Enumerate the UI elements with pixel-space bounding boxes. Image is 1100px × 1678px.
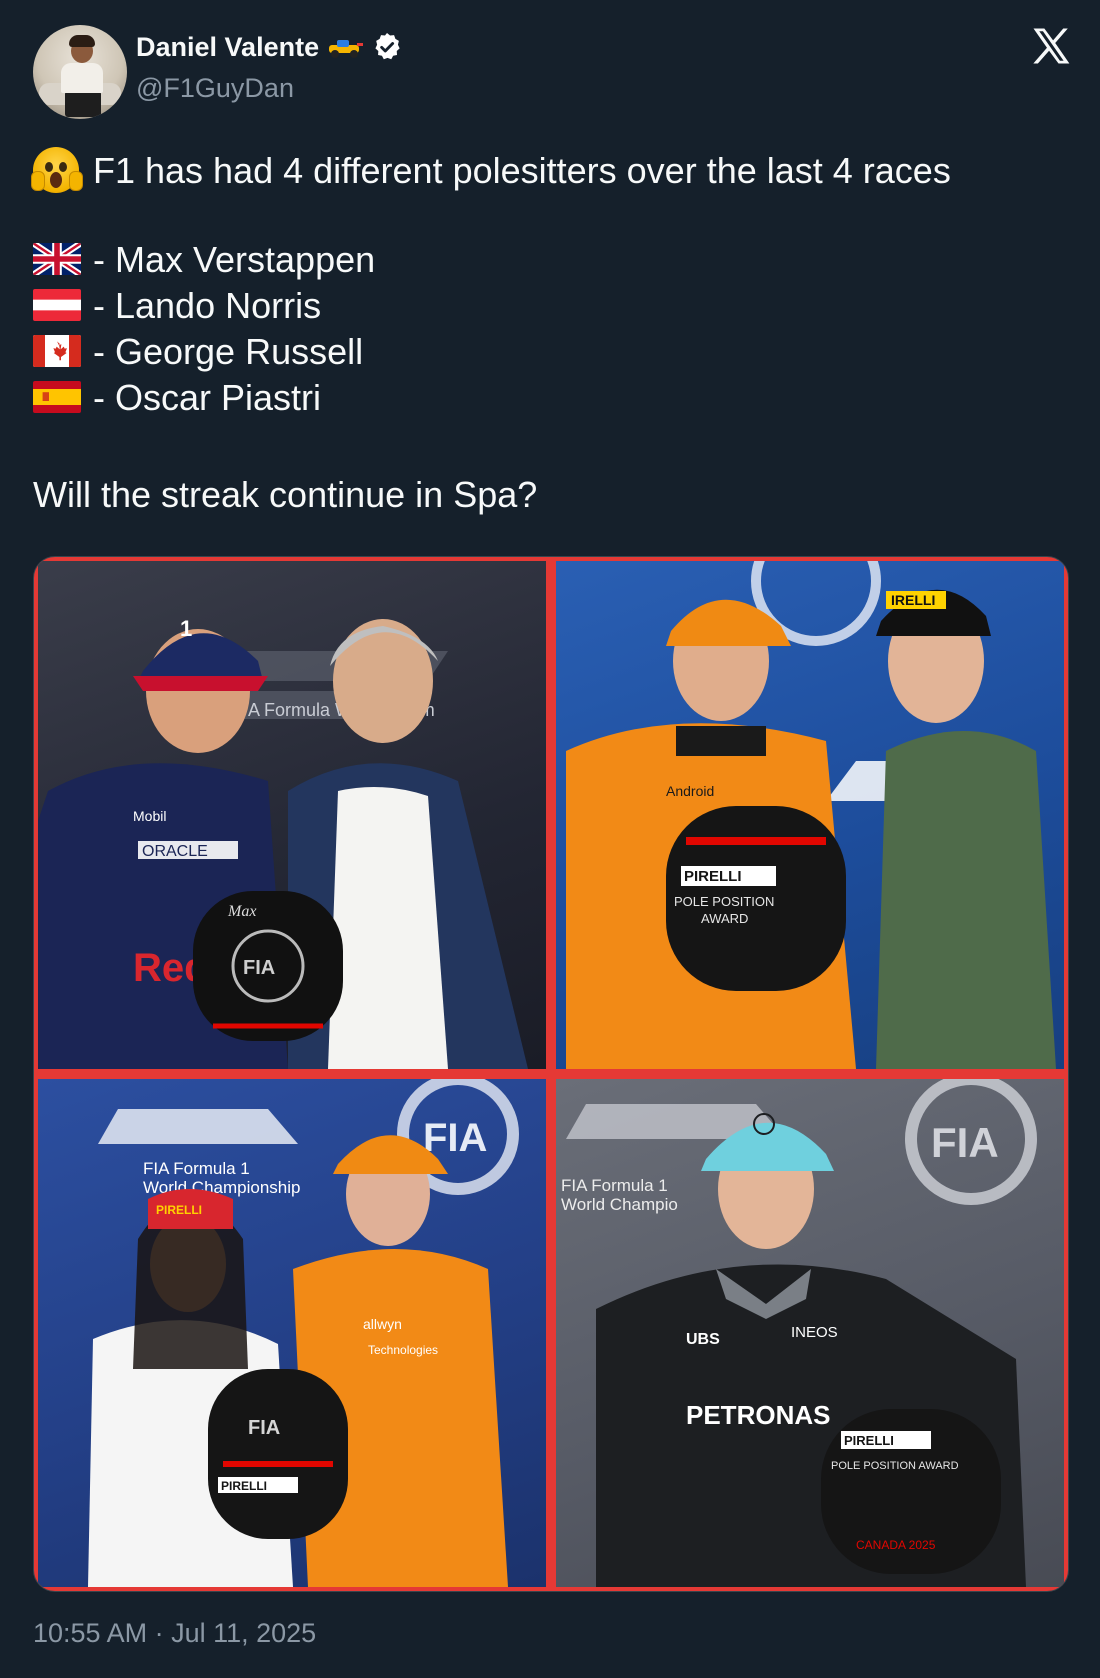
ineos-logo: INEOS [791, 1324, 838, 1341]
allwyn-logo: allwyn [363, 1316, 402, 1332]
photo-russell[interactable]: FIA FIA Formula 1 World Champio UBS INEO… [556, 1079, 1064, 1587]
tyre-pirelli-logo: PIRELLI [844, 1433, 894, 1448]
x-logo-icon[interactable] [1029, 25, 1073, 67]
author-name-row[interactable]: Daniel Valente [136, 31, 403, 63]
united-kingdom-flag-icon [33, 243, 81, 275]
author-handle[interactable]: @F1GuyDan [136, 73, 294, 104]
piastri-photo-illustration: FIA FIA Formula 1 World Championship PIR… [88, 1079, 519, 1587]
tyre-signature: Max [227, 903, 256, 920]
tyre-race-text: CANADA 2025 [856, 1538, 936, 1552]
question-text: Will the streak continue in Spa? [33, 473, 538, 515]
pirelli-cap-text: PIRELLI [156, 1203, 202, 1217]
tyre-award-line2: AWARD [701, 911, 748, 926]
verified-badge-icon [375, 33, 400, 60]
polesitter-row: - Lando Norris [33, 281, 321, 329]
headline-line: F1 has had 4 different polesitters over … [31, 140, 951, 200]
polesitter-text: - Oscar Piastri [93, 376, 322, 418]
petronas-logo: PETRONAS [686, 1400, 830, 1430]
cap-number: 1 [180, 616, 192, 641]
tweet-header: Daniel Valente @F1GuyDan [33, 25, 1073, 120]
technologies-logo: Technologies [368, 1343, 438, 1357]
polesitter-row: - Max Verstappen [33, 235, 375, 283]
fia-wall-text: FIA [931, 1119, 999, 1166]
norris-photo-illustration: IRELLI Android PIRELLI POLE POSITION AWA… [566, 561, 1056, 1069]
tyre-fia-logo: FIA [248, 1417, 280, 1439]
scream-emoji-icon [31, 147, 83, 193]
tweet-timestamp[interactable]: 10:55 AM · Jul 11, 2025 [33, 1618, 316, 1649]
tyre-award-text: POLE POSITION AWARD [831, 1460, 959, 1472]
pirelli-cap-text: IRELLI [891, 592, 935, 608]
canada-flag-icon [33, 335, 81, 367]
polesitter-row: - Oscar Piastri [33, 373, 321, 421]
tyre-award-line1: POLE POSITION [674, 894, 774, 909]
spain-flag-icon [33, 381, 81, 413]
question-line: Will the streak continue in Spa? [33, 470, 537, 518]
photo-verstappen[interactable]: A Formula World Cham ORACLE Mobil Red 1 [38, 561, 546, 1069]
author-avatar[interactable] [33, 25, 127, 119]
author-name[interactable]: Daniel Valente [136, 32, 319, 63]
fia-wall-text: FIA [423, 1116, 487, 1160]
tyre-fia-logo: FIA [243, 957, 275, 979]
fia-caption-line1: FIA Formula 1 [143, 1159, 250, 1178]
fia-caption-line2: World Champio [561, 1195, 678, 1214]
ubs-logo: UBS [686, 1331, 720, 1348]
polesitter-row: - George Russell [33, 327, 363, 375]
android-logo: Android [666, 783, 714, 799]
polesitter-text: - George Russell [93, 330, 364, 372]
race-car-icon [329, 40, 364, 58]
tyre-pirelli-logo: PIRELLI [221, 1479, 267, 1493]
austria-flag-icon [33, 289, 81, 321]
headline-text: F1 has had 4 different polesitters over … [93, 149, 951, 191]
oracle-logo: ORACLE [142, 843, 208, 860]
polesitter-text: - Lando Norris [93, 284, 322, 326]
verstappen-photo-illustration: A Formula World Cham ORACLE Mobil Red 1 [38, 616, 528, 1069]
russell-photo-illustration: FIA FIA Formula 1 World Champio UBS INEO… [561, 1079, 1037, 1587]
tweet-card: Daniel Valente @F1GuyDan F1 has had 4 di… [0, 0, 1100, 1678]
photo-collage[interactable]: A Formula World Cham ORACLE Mobil Red 1 [33, 556, 1069, 1592]
polesitter-text: - Max Verstappen [93, 238, 376, 280]
fia-caption-line1: FIA Formula 1 [561, 1176, 668, 1195]
tyre-pirelli-logo: PIRELLI [684, 868, 742, 885]
photo-norris[interactable]: IRELLI Android PIRELLI POLE POSITION AWA… [556, 561, 1064, 1069]
mobil-logo: Mobil [133, 808, 166, 824]
photo-piastri[interactable]: FIA FIA Formula 1 World Championship PIR… [38, 1079, 546, 1587]
